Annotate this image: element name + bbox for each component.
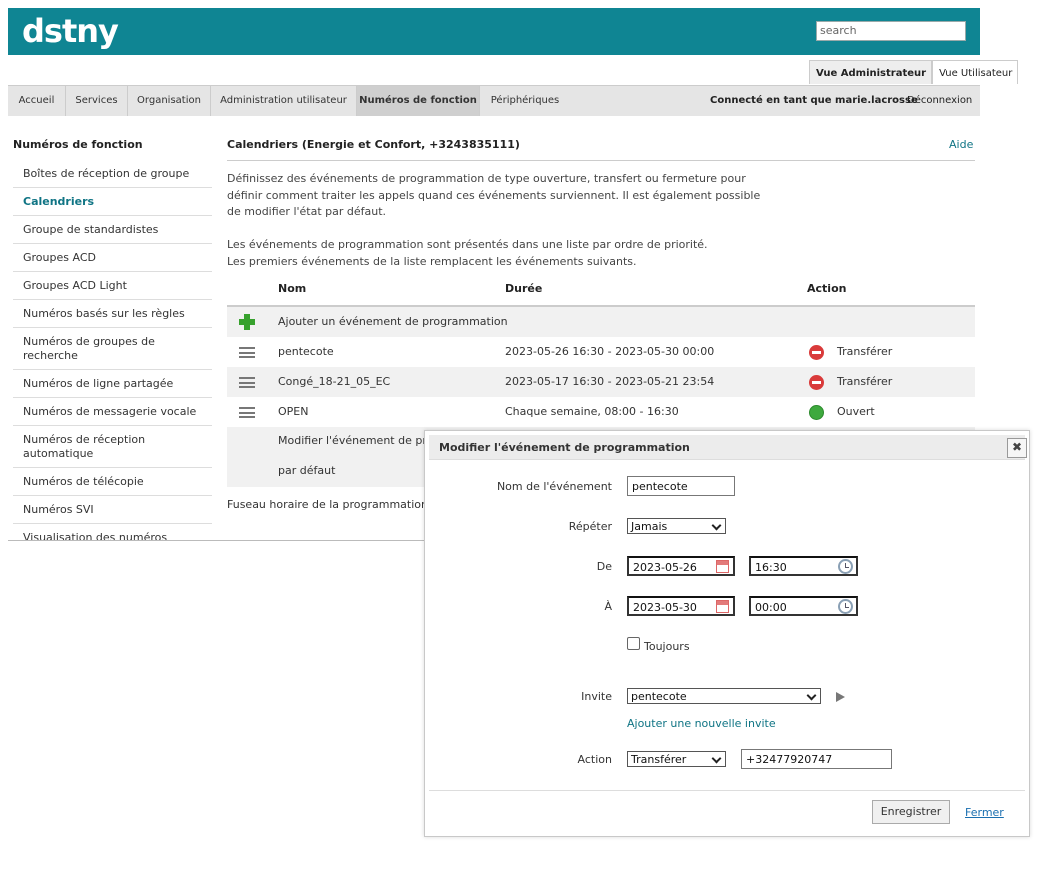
sidebar-item-standardistes[interactable]: Groupe de standardistes [13, 216, 212, 244]
from-date-value[interactable]: 2023-05-26 [633, 561, 697, 574]
sidebar-item-recherche[interactable]: Numéros de groupes de recherche [13, 328, 212, 370]
sidebar-item-boites[interactable]: Boîtes de réception de groupe [13, 160, 212, 188]
priority-text: Les événements de programmation sont pré… [227, 238, 708, 268]
table-row[interactable]: pentecote 2023-05-26 16:30 - 2023-05-30 … [227, 337, 975, 367]
tab-user-view[interactable]: Vue Utilisateur [932, 60, 1019, 84]
nav-organisation[interactable]: Organisation [128, 86, 211, 116]
drag-handle-icon[interactable] [239, 347, 255, 358]
tab-admin-view[interactable]: Vue Administrateur [809, 60, 933, 84]
to-time-field[interactable]: 00:00 [749, 596, 858, 616]
event-name[interactable]: Congé_18-21_05_EC [278, 375, 390, 388]
event-action: Ouvert [837, 405, 875, 418]
to-date-field[interactable]: 2023-05-30 [627, 596, 735, 616]
table-row[interactable]: Congé_18-21_05_EC 2023-05-17 16:30 - 202… [227, 367, 975, 397]
view-switcher: Vue Administrateur Vue Utilisateur [809, 60, 1019, 84]
sidebar-item-calendriers[interactable]: Calendriers [13, 188, 212, 216]
from-label: De [596, 560, 612, 573]
always-checkbox[interactable] [627, 637, 640, 650]
sidebar-title: Numéros de fonction [13, 138, 143, 151]
prompt-label: Invite [581, 690, 612, 703]
divider [8, 540, 425, 541]
event-duration: 2023-05-17 16:30 - 2023-05-21 23:54 [505, 375, 715, 388]
add-prompt-link[interactable]: Ajouter une nouvelle invite [627, 717, 776, 730]
to-time-value[interactable]: 00:00 [755, 601, 787, 614]
drag-handle-icon[interactable] [239, 377, 255, 388]
event-action: Transférer [837, 345, 893, 358]
logout-link[interactable]: Déconnexion [907, 95, 972, 106]
nav-numeros-fonction[interactable]: Numéros de fonction [357, 86, 480, 116]
top-banner: dstny search [8, 8, 980, 55]
col-header-duration: Durée [505, 282, 543, 295]
sidebar-item-messagerie[interactable]: Numéros de messagerie vocale [13, 398, 212, 426]
calendar-icon[interactable] [716, 560, 729, 573]
sidebar-item-acd[interactable]: Groupes ACD [13, 244, 212, 272]
nav-peripheriques[interactable]: Périphériques [480, 86, 570, 116]
divider [429, 790, 1025, 791]
sidebar-item-telecopie[interactable]: Numéros de télécopie [13, 468, 212, 496]
event-duration: 2023-05-26 16:30 - 2023-05-30 00:00 [505, 345, 715, 358]
sidebar-item-ligne-partagee[interactable]: Numéros de ligne partagée [13, 370, 212, 398]
sidebar-item-svi[interactable]: Numéros SVI [13, 496, 212, 524]
event-duration: Chaque semaine, 08:00 - 16:30 [505, 405, 679, 418]
add-event-label[interactable]: Ajouter un événement de programmation [278, 315, 508, 328]
drag-handle-icon[interactable] [239, 407, 255, 418]
edit-event-dialog: Modifier l'événement de programmation ✖ … [424, 430, 1030, 837]
forward-number-field[interactable]: +32477920747 [741, 749, 892, 769]
modify-default-label[interactable]: Modifier l'événement de pro [278, 434, 433, 447]
col-header-name: Nom [278, 282, 307, 295]
to-label: À [604, 600, 612, 613]
main-nav: Accueil Services Organisation Administra… [8, 85, 980, 116]
clock-icon[interactable] [838, 559, 853, 574]
save-button[interactable]: Enregistrer [872, 800, 950, 824]
timezone-label: Fuseau horaire de la programmation : [227, 498, 436, 511]
clock-icon[interactable] [838, 599, 853, 614]
event-name[interactable]: pentecote [278, 345, 334, 358]
sidebar-item-acd-light[interactable]: Groupes ACD Light [13, 272, 212, 300]
from-date-field[interactable]: 2023-05-26 [627, 556, 735, 576]
connected-user: Connecté en tant que marie.lacrosse [710, 95, 918, 106]
action-select[interactable]: Transférer [627, 751, 726, 767]
nav-admin-utilisateur[interactable]: Administration utilisateur [211, 86, 357, 116]
event-action: Transférer [837, 375, 893, 388]
modify-default-label-2[interactable]: par défaut [278, 464, 335, 477]
sidebar-item-regles[interactable]: Numéros basés sur les règles [13, 300, 212, 328]
close-link[interactable]: Fermer [965, 806, 1004, 819]
prompt-select[interactable]: pentecote [627, 688, 821, 704]
help-link[interactable]: Aide [949, 138, 973, 151]
stop-icon [809, 375, 824, 390]
col-header-action: Action [807, 282, 847, 295]
plus-icon[interactable] [239, 314, 255, 330]
sidebar-item-visualisation[interactable]: Visualisation des numéros [13, 524, 212, 551]
calendar-icon[interactable] [716, 600, 729, 613]
action-label: Action [577, 753, 612, 766]
from-time-field[interactable]: 16:30 [749, 556, 858, 576]
table-row[interactable]: OPEN Chaque semaine, 08:00 - 16:30 Ouver… [227, 397, 975, 427]
dialog-title: Modifier l'événement de programmation [439, 441, 690, 454]
repeat-label: Répéter [568, 520, 612, 533]
status-open-icon [809, 405, 824, 420]
nav-services[interactable]: Services [66, 86, 128, 116]
divider [227, 160, 975, 161]
dialog-header: Modifier l'événement de programmation ✖ [429, 435, 1027, 460]
sidebar: Boîtes de réception de groupe Calendrier… [13, 160, 212, 551]
to-date-value[interactable]: 2023-05-30 [633, 601, 697, 614]
page-title: Calendriers (Energie et Confort, +324383… [227, 138, 520, 151]
repeat-select[interactable]: Jamais [627, 518, 726, 534]
search-input[interactable]: search [816, 21, 966, 41]
intro-text: Définissez des événements de programmati… [227, 172, 761, 218]
from-time-value[interactable]: 16:30 [755, 561, 787, 574]
event-name-field[interactable]: pentecote [627, 476, 735, 496]
add-event-row[interactable]: Ajouter un événement de programmation [227, 307, 975, 337]
stop-icon [809, 345, 824, 360]
dstny-logo[interactable]: dstny [22, 12, 119, 50]
nav-accueil[interactable]: Accueil [8, 86, 66, 116]
event-name[interactable]: OPEN [278, 405, 308, 418]
play-icon[interactable] [836, 692, 845, 702]
sidebar-item-reception-auto[interactable]: Numéros de réception automatique [13, 426, 212, 468]
close-icon[interactable]: ✖ [1007, 438, 1027, 458]
event-name-label: Nom de l'événement [496, 480, 612, 493]
always-label: Toujours [644, 640, 690, 653]
